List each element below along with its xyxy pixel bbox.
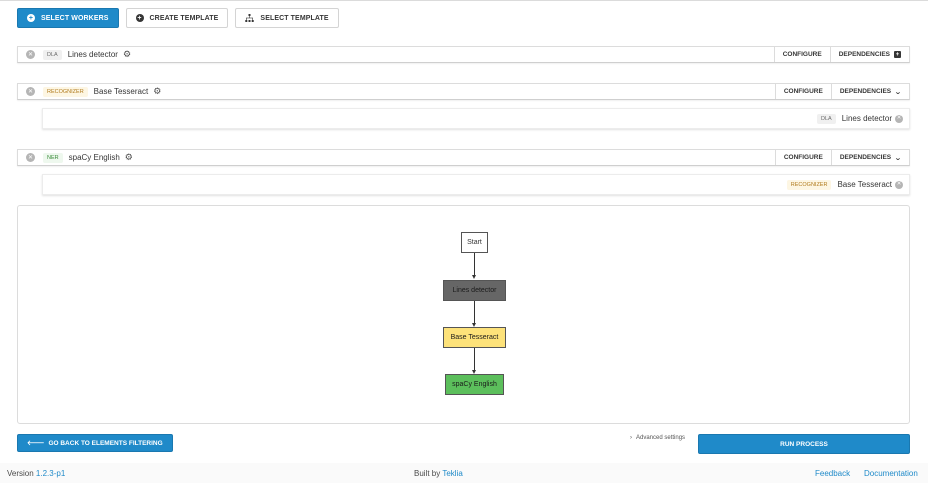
feedback-link[interactable]: Feedback <box>815 469 850 478</box>
create-template-label: CREATE TEMPLATE <box>149 14 219 22</box>
arrow-left-icon: 🡐 <box>27 440 45 447</box>
dependencies-button[interactable]: DEPENDENCIES ⌄ <box>830 84 909 99</box>
plus-square-icon: + <box>894 51 901 58</box>
graph-node-start: Start <box>461 232 488 253</box>
configure-button[interactable]: CONFIGURE <box>773 47 830 62</box>
graph-edge <box>474 301 475 324</box>
worker-type-badge: RECOGNIZER <box>43 86 88 97</box>
worker-name: Lines detector <box>67 50 118 59</box>
graph-node-base-tesseract: Base Tesseract <box>443 327 506 348</box>
graph-node-lines-detector: Lines detector <box>443 280 506 301</box>
workflow-graph: Start Lines detector Base Tesseract spaC… <box>17 205 910 424</box>
remove-worker-icon[interactable]: ✕ <box>26 50 35 59</box>
graph-edge <box>474 348 475 371</box>
dependencies-button[interactable]: DEPENDENCIES ⌄ <box>830 150 909 165</box>
worker-name: Base Tesseract <box>93 87 149 96</box>
advanced-settings-toggle[interactable]: › Advanced settings <box>630 435 685 441</box>
version-link[interactable]: 1.2.3-p1 <box>36 469 65 478</box>
dependency-panel: DLA Lines detector ✕ <box>42 108 910 129</box>
run-process-button[interactable]: RUN PROCESS <box>698 434 910 454</box>
chevron-down-icon: ⌄ <box>894 154 902 162</box>
worker-row-spacy-english: ✕ NER spaCy English ⚙ CONFIGURE DEPENDEN… <box>17 149 910 166</box>
remove-worker-icon[interactable]: ✕ <box>26 87 35 96</box>
worker-type-badge: NER <box>43 152 63 163</box>
toolbar: + SELECT WORKERS + CREATE TEMPLATE SELEC… <box>17 8 339 28</box>
documentation-link[interactable]: Documentation <box>864 469 918 478</box>
dependency-name: Lines detector <box>841 114 892 123</box>
remove-dependency-icon[interactable]: ✕ <box>895 114 903 123</box>
worker-row-lines-detector: ✕ DLA Lines detector ⚙ CONFIGURE DEPENDE… <box>17 46 910 63</box>
graph-edge <box>474 253 475 276</box>
remove-dependency-icon[interactable]: ✕ <box>895 180 903 189</box>
chevron-right-icon: › <box>630 435 632 441</box>
dependency-name: Base Tesseract <box>837 180 892 189</box>
graph-node-spacy-english: spaCy English <box>445 374 504 395</box>
built-by-label: Built by <box>414 469 441 478</box>
worker-type-badge: DLA <box>43 49 62 60</box>
worker-row-base-tesseract: ✕ RECOGNIZER Base Tesseract ⚙ CONFIGURE … <box>17 83 910 100</box>
configure-button[interactable]: CONFIGURE <box>774 150 831 165</box>
plus-circle-icon: + <box>135 14 144 22</box>
dependencies-button[interactable]: DEPENDENCIES + <box>829 47 909 62</box>
cogs-icon[interactable]: ⚙ <box>123 49 131 60</box>
cogs-icon[interactable]: ⚙ <box>153 86 161 97</box>
create-template-button[interactable]: + CREATE TEMPLATE <box>125 8 229 28</box>
chevron-down-icon: ⌄ <box>894 88 902 96</box>
footer: Version 1.2.3-p1 Built by Teklia Feedbac… <box>0 463 928 483</box>
sitemap-icon <box>245 14 255 22</box>
select-workers-label: SELECT WORKERS <box>41 14 109 22</box>
version-label: Version <box>7 469 34 478</box>
go-back-button[interactable]: 🡐 GO BACK TO ELEMENTS FILTERING <box>17 434 173 452</box>
dependency-type-badge: DLA <box>817 113 836 124</box>
select-template-label: SELECT TEMPLATE <box>260 14 329 22</box>
dependency-panel: RECOGNIZER Base Tesseract ✕ <box>42 174 910 195</box>
select-workers-button[interactable]: + SELECT WORKERS <box>17 8 119 28</box>
worker-name: spaCy English <box>68 153 120 162</box>
top-divider <box>0 0 928 1</box>
dependency-type-badge: RECOGNIZER <box>786 179 832 190</box>
configure-button[interactable]: CONFIGURE <box>774 84 831 99</box>
teklia-link[interactable]: Teklia <box>442 469 462 478</box>
remove-worker-icon[interactable]: ✕ <box>26 153 35 162</box>
plus-circle-icon: + <box>27 14 35 22</box>
graph-arrow <box>471 275 476 279</box>
cogs-icon[interactable]: ⚙ <box>125 152 133 163</box>
select-template-button[interactable]: SELECT TEMPLATE <box>235 8 339 28</box>
